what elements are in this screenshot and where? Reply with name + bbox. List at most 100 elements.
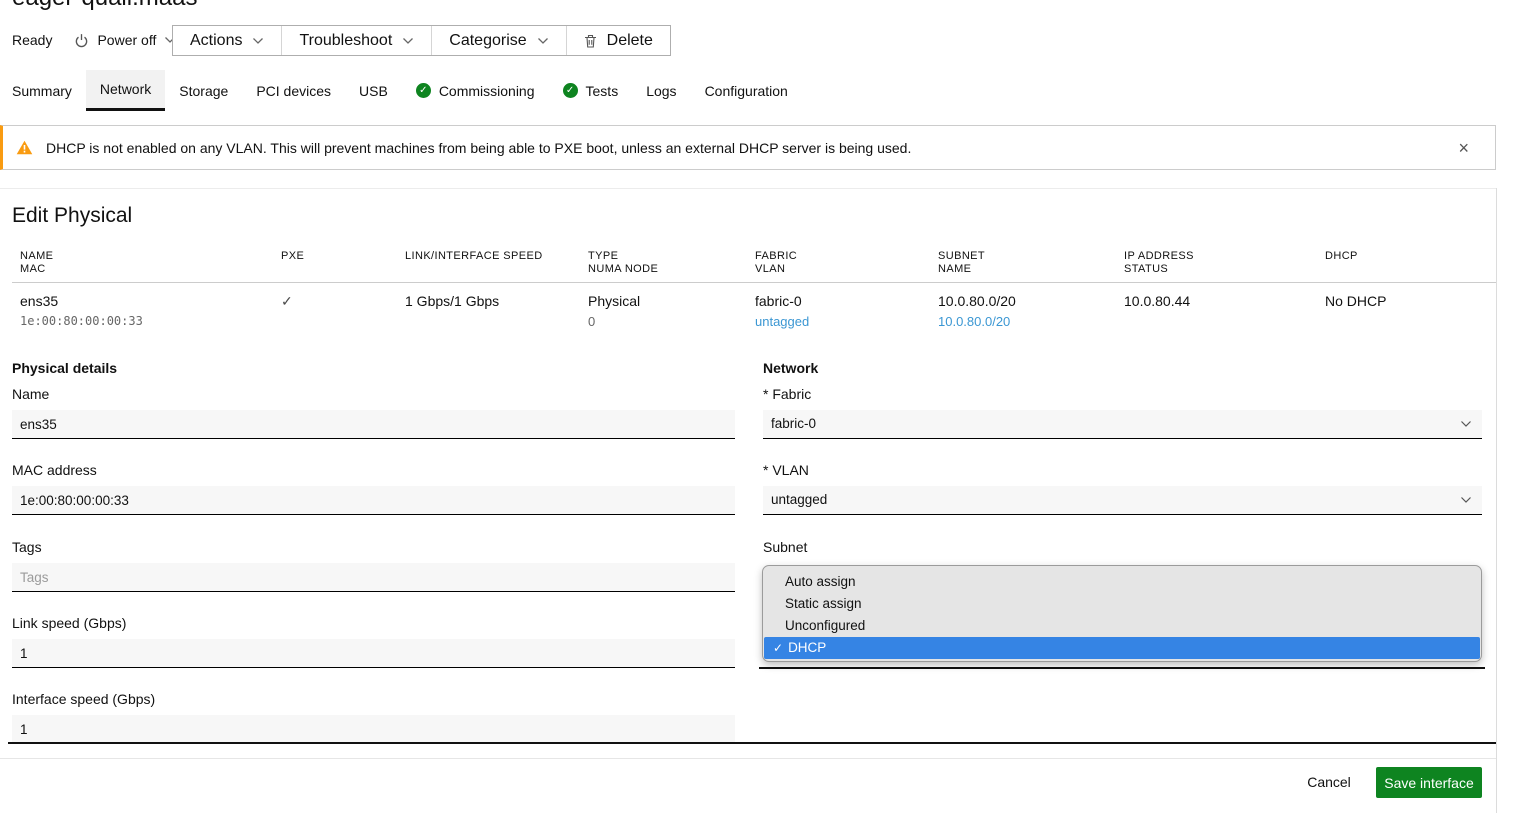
link-speed-label: Link speed (Gbps)	[12, 615, 735, 632]
success-check-icon: ✓	[416, 83, 431, 98]
tab-label: Logs	[646, 83, 676, 99]
numa-node: 0	[588, 314, 755, 329]
interface-speed-label: Interface speed (Gbps)	[12, 691, 735, 708]
cell-fabric-vlan: fabric-0 untagged	[755, 293, 938, 329]
action-button-group: Actions Troubleshoot Categorise Delete	[172, 25, 671, 56]
link-speed-field-group: Link speed (Gbps)	[12, 615, 735, 668]
machine-tabs: Summary Network Storage PCI devices USB …	[0, 70, 802, 111]
interface-name: ens35	[20, 293, 281, 310]
delete-button[interactable]: Delete	[567, 26, 670, 55]
tab-logs[interactable]: Logs	[632, 70, 690, 111]
tab-label: Network	[100, 81, 151, 97]
selected-check-icon: ✓	[773, 637, 783, 659]
tab-label: Summary	[12, 83, 72, 99]
section-divider	[0, 188, 1496, 189]
warning-icon	[16, 140, 33, 155]
chevron-down-icon	[402, 37, 414, 45]
dhcp-warning-banner: DHCP is not enabled on any VLAN. This wi…	[0, 125, 1496, 170]
cell-speed: 1 Gbps/1 Gbps	[405, 293, 588, 329]
link-speed-input[interactable]	[12, 639, 735, 668]
vlan-selected-value: untagged	[771, 492, 827, 507]
cell-ip: 10.0.80.44	[1124, 293, 1325, 329]
mac-address-label: MAC address	[12, 462, 735, 479]
chevron-down-icon	[252, 37, 264, 45]
pxe-check-icon: ✓	[281, 293, 293, 309]
actions-dropdown-button[interactable]: Actions	[173, 26, 282, 55]
tab-tests[interactable]: ✓ Tests	[549, 70, 633, 111]
status-bar: Ready Power off	[12, 25, 176, 55]
fabric-select[interactable]: fabric-0	[763, 410, 1482, 439]
page-title: eager-quail.maas	[12, 0, 197, 12]
cancel-button[interactable]: Cancel	[1289, 767, 1369, 797]
mac-field-group: MAC address	[12, 462, 735, 515]
form-bottom-divider	[8, 742, 1496, 744]
cell-name-mac: ens35 1e:00:80:00:00:33	[20, 293, 281, 329]
tab-network[interactable]: Network	[86, 70, 165, 111]
troubleshoot-label: Troubleshoot	[299, 32, 392, 50]
categorise-dropdown-button[interactable]: Categorise	[432, 26, 566, 55]
machine-status: Ready	[12, 32, 52, 48]
option-unconfigured[interactable]: Unconfigured	[763, 615, 1481, 637]
edit-physical-heading: Edit Physical	[12, 204, 132, 228]
tags-input[interactable]	[12, 563, 735, 592]
cell-subnet: 10.0.80.0/20 10.0.80.0/20	[938, 293, 1124, 329]
vlan-link[interactable]: untagged	[755, 314, 809, 329]
name-field-group: Name	[12, 386, 735, 439]
tab-commissioning[interactable]: ✓ Commissioning	[402, 70, 549, 111]
footer-divider	[0, 758, 1496, 759]
fabric-field-group: * Fabric fabric-0	[763, 386, 1482, 439]
name-input[interactable]	[12, 410, 735, 439]
physical-details-heading: Physical details	[12, 360, 117, 376]
vlan-field-group: * VLAN untagged	[763, 462, 1482, 515]
chevron-down-icon	[1460, 420, 1472, 428]
option-dhcp-selected[interactable]: ✓ DHCP	[764, 637, 1480, 659]
header-pxe: PXE	[281, 250, 405, 282]
tab-storage[interactable]: Storage	[165, 70, 242, 111]
power-off-label: Power off	[97, 32, 156, 48]
power-off-dropdown-button[interactable]: Power off	[74, 32, 176, 48]
subnet-select-dropdown: Auto assign Static assign Unconfigured ✓…	[762, 565, 1482, 662]
tab-configuration[interactable]: Configuration	[691, 70, 802, 111]
delete-label: Delete	[607, 32, 653, 50]
header-name-mac: NAMEMAC	[20, 250, 281, 282]
subnet-link[interactable]: 10.0.80.0/20	[938, 314, 1010, 329]
trash-icon	[584, 34, 597, 48]
troubleshoot-dropdown-button[interactable]: Troubleshoot	[282, 26, 432, 55]
tab-label: USB	[359, 83, 388, 99]
warning-message: DHCP is not enabled on any VLAN. This wi…	[46, 140, 911, 156]
tab-pci-devices[interactable]: PCI devices	[242, 70, 345, 111]
power-icon	[74, 33, 89, 48]
categorise-label: Categorise	[449, 32, 526, 50]
cell-pxe: ✓	[281, 293, 405, 329]
close-icon[interactable]: ×	[1458, 139, 1469, 157]
tags-label: Tags	[12, 539, 735, 556]
save-interface-button[interactable]: Save interface	[1376, 767, 1482, 798]
vlan-select[interactable]: untagged	[763, 486, 1482, 515]
success-check-icon: ✓	[563, 83, 578, 98]
vlan-label: * VLAN	[763, 462, 1482, 479]
mac-address-input[interactable]	[12, 486, 735, 515]
fabric-selected-value: fabric-0	[771, 416, 816, 431]
header-dhcp: DHCP	[1325, 250, 1496, 282]
interface-speed-field-group: Interface speed (Gbps)	[12, 691, 735, 744]
table-row: ens35 1e:00:80:00:00:33 ✓ 1 Gbps/1 Gbps …	[12, 293, 1496, 329]
scrollbar-track[interactable]	[1496, 188, 1497, 813]
chevron-down-icon	[537, 37, 549, 45]
tab-label: Commissioning	[439, 83, 535, 99]
network-heading: Network	[763, 360, 818, 376]
tab-label: Tests	[586, 83, 619, 99]
option-auto-assign[interactable]: Auto assign	[763, 571, 1481, 593]
interface-speed-input[interactable]	[12, 715, 735, 744]
option-static-assign[interactable]: Static assign	[763, 593, 1481, 615]
tab-label: Storage	[179, 83, 228, 99]
header-ip-status: IP ADDRESSSTATUS	[1124, 250, 1325, 282]
tab-usb[interactable]: USB	[345, 70, 402, 111]
header-speed: LINK/INTERFACE SPEED	[405, 250, 588, 282]
tab-summary[interactable]: Summary	[0, 70, 86, 111]
subnet-field-group: Subnet Auto assign Static assign Unconfi…	[763, 539, 1482, 556]
subnet-select-underline	[759, 667, 1485, 669]
name-label: Name	[12, 386, 735, 403]
option-label: DHCP	[788, 637, 826, 659]
subnet-label: Subnet	[763, 539, 1482, 556]
header-fabric-vlan: FABRICVLAN	[755, 250, 938, 282]
